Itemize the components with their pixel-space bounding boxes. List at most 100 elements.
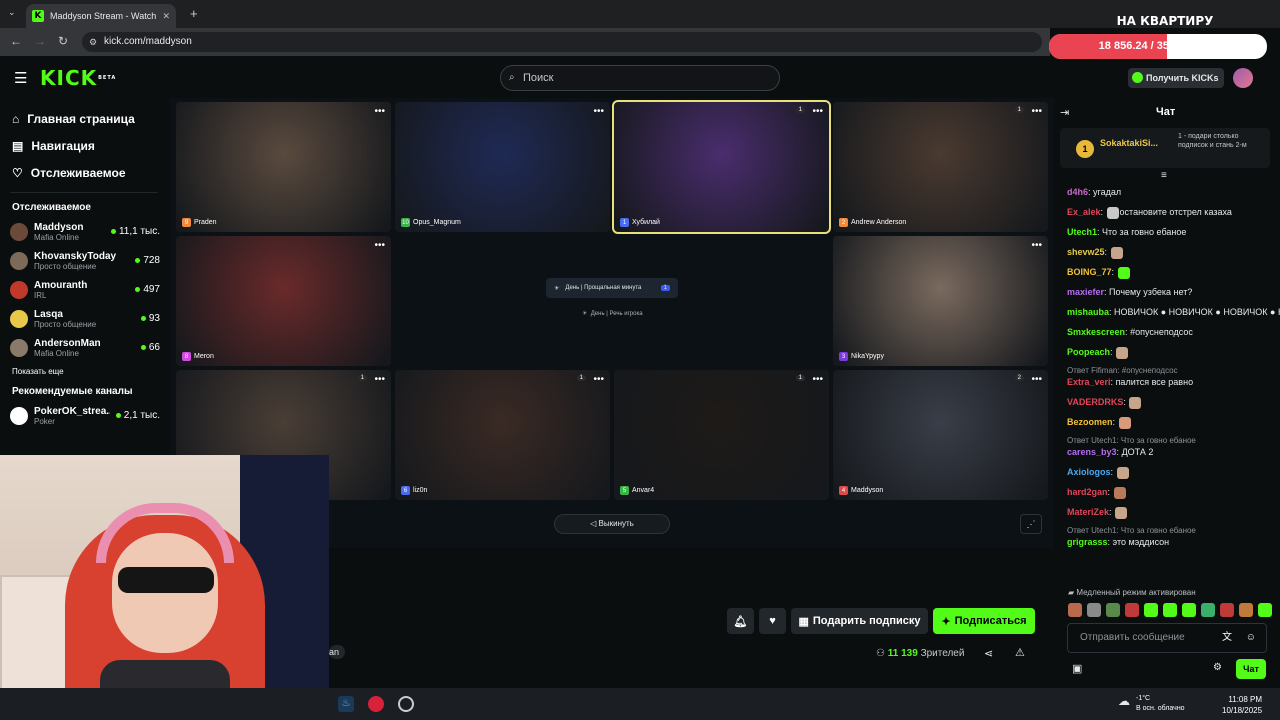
- weather-widget[interactable]: -1°C В осн. облачно: [1136, 694, 1185, 714]
- chat-send-button[interactable]: Чат: [1236, 659, 1266, 679]
- sidebar-channel[interactable]: Amouranth IRL 497: [0, 275, 168, 304]
- chat-username[interactable]: Poopeach: [1067, 347, 1110, 357]
- chat-message[interactable]: Smxkescreen: #опуснеподсос: [1054, 326, 1280, 339]
- chat-username[interactable]: maxiefer: [1067, 287, 1104, 297]
- chat-message[interactable]: maxiefer: Почему узбека нет?: [1054, 286, 1280, 299]
- report-icon[interactable]: ⚠: [1015, 646, 1025, 659]
- player-tile[interactable]: ••• 10 Opus_Magnum: [395, 102, 610, 232]
- steam-icon[interactable]: ♨: [338, 696, 354, 712]
- tile-menu-icon[interactable]: •••: [1031, 374, 1042, 385]
- emoji-icon[interactable]: ☺: [1246, 624, 1256, 652]
- tab-list-icon[interactable]: ⌄: [8, 7, 16, 18]
- player-tile[interactable]: ••• 1 2 Andrew Anderson: [833, 102, 1048, 232]
- player-tile[interactable]: ••• 3 NikaYpypy: [833, 236, 1048, 366]
- player-tile[interactable]: ••• 2 4 Maddyson: [833, 370, 1048, 500]
- chat-username[interactable]: Axiologos: [1067, 467, 1111, 477]
- emote-icon[interactable]: [1220, 603, 1234, 617]
- collapse-chat-icon[interactable]: ⇥: [1060, 106, 1069, 119]
- sidebar-channel[interactable]: PokerOK_strea... Poker 2,1 тыс.: [0, 401, 168, 430]
- chat-username[interactable]: VADERDRKS: [1067, 397, 1123, 407]
- chat-message[interactable]: shevw25:: [1054, 246, 1280, 259]
- user-avatar[interactable]: [1233, 68, 1253, 88]
- follow-heart-button[interactable]: ♥: [759, 608, 786, 634]
- chat-input[interactable]: Отправить сообщение 文 ☺: [1067, 623, 1267, 653]
- emote-icon[interactable]: [1144, 603, 1158, 617]
- tab-close-icon[interactable]: ✕: [162, 11, 170, 22]
- chat-username[interactable]: Utech1: [1067, 227, 1097, 237]
- opera-icon[interactable]: [368, 696, 384, 712]
- kick-player-button[interactable]: ◁ Выкинуть: [554, 514, 670, 534]
- chat-message[interactable]: hard2gan:: [1054, 486, 1280, 499]
- emote-icon[interactable]: [1239, 603, 1253, 617]
- nav-browse[interactable]: ▤ Навигация: [0, 132, 168, 159]
- player-tile[interactable]: ••• 1 6 liz0n: [395, 370, 610, 500]
- chat-message[interactable]: Ex_alek: остановите отстрел казаха: [1054, 206, 1280, 219]
- gift-leaderboard[interactable]: 1 SokaktakiSi... 1 - подари столько подп…: [1060, 128, 1270, 168]
- chat-username[interactable]: Extra_veri: [1067, 377, 1111, 387]
- chat-message[interactable]: d4h6: угадал: [1054, 186, 1280, 199]
- emote-icon[interactable]: [1182, 603, 1196, 617]
- back-icon[interactable]: ←: [10, 34, 22, 48]
- tile-menu-icon[interactable]: •••: [593, 106, 604, 117]
- sidebar-channel[interactable]: Lasqa Просто общение 93: [0, 304, 168, 333]
- chat-username[interactable]: hard2gan: [1067, 487, 1108, 497]
- chat-message[interactable]: carens_by3: ДОТА 2: [1054, 446, 1280, 459]
- chat-username[interactable]: Ex_alek: [1067, 207, 1101, 217]
- chat-message[interactable]: mishauba: НОВИЧОК ● НОВИЧОК ● НОВИЧОК ● …: [1054, 306, 1280, 319]
- chat-message[interactable]: Axiologos:: [1054, 466, 1280, 479]
- gift-sub-button[interactable]: ▦ Подарить подписку: [791, 608, 928, 634]
- chat-username[interactable]: mishauba: [1067, 307, 1109, 317]
- subscribe-button[interactable]: ✦ Подписаться: [933, 608, 1035, 634]
- chat-username[interactable]: Smxkescreen: [1067, 327, 1125, 337]
- chat-username[interactable]: d4h6: [1067, 187, 1088, 197]
- chat-message[interactable]: Utech1: Что за говно ебаное: [1054, 226, 1280, 239]
- emote-icon[interactable]: [1163, 603, 1177, 617]
- chat-message[interactable]: Bezoomen:: [1054, 416, 1280, 429]
- clock[interactable]: 11:08 PM 10/18/2025: [1222, 694, 1262, 716]
- share-icon[interactable]: ⋖: [984, 647, 993, 660]
- chat-message[interactable]: Poopeach:: [1054, 346, 1280, 359]
- show-more-link[interactable]: Показать еще: [0, 367, 168, 376]
- get-kicks-button[interactable]: Получить KICKs: [1128, 68, 1224, 88]
- chat-username[interactable]: grigrasss: [1067, 537, 1108, 547]
- player-tile[interactable]: ••• 9 Praden: [176, 102, 391, 232]
- tile-menu-icon[interactable]: •••: [374, 374, 385, 385]
- tile-menu-icon[interactable]: •••: [812, 374, 823, 385]
- store-icon[interactable]: ▣: [1072, 662, 1082, 675]
- app-icon[interactable]: [398, 696, 414, 712]
- tile-menu-icon[interactable]: •••: [1031, 240, 1042, 251]
- tile-menu-icon[interactable]: •••: [374, 240, 385, 251]
- chat-message[interactable]: Extra_veri: палится все равно: [1054, 376, 1280, 389]
- tile-menu-icon[interactable]: •••: [593, 374, 604, 385]
- emote-icon[interactable]: [1087, 603, 1101, 617]
- forward-icon[interactable]: →: [34, 34, 46, 48]
- notification-bell-button[interactable]: 🔔︎: [727, 608, 754, 634]
- emote-icon[interactable]: [1106, 603, 1120, 617]
- tile-menu-icon[interactable]: •••: [1031, 106, 1042, 117]
- chat-username[interactable]: MateriZek: [1067, 507, 1109, 517]
- translate-icon[interactable]: 文: [1222, 624, 1232, 652]
- chat-message[interactable]: VADERDRKS:: [1054, 396, 1280, 409]
- player-tile[interactable]: ••• 1 5 Anvar4: [614, 370, 829, 500]
- player-tile[interactable]: ••• 1 1 Хубилай: [612, 100, 831, 234]
- chat-message[interactable]: BOING_77:: [1054, 266, 1280, 279]
- search-input[interactable]: ⌕ Поиск: [500, 65, 780, 91]
- url-field[interactable]: ⚙ kick.com/maddyson: [82, 32, 1042, 52]
- kick-logo[interactable]: KICKBETA: [40, 68, 116, 88]
- chat-username[interactable]: Bezoomen: [1067, 417, 1113, 427]
- tile-menu-icon[interactable]: •••: [812, 106, 823, 117]
- stream-tag[interactable]: an: [329, 645, 346, 659]
- emote-icon[interactable]: [1125, 603, 1139, 617]
- chat-settings-icon[interactable]: ⚙: [1213, 662, 1222, 673]
- browser-tab[interactable]: K Maddyson Stream - Watch ✕: [26, 4, 176, 28]
- emote-icon[interactable]: [1258, 603, 1272, 617]
- nav-home[interactable]: ⌂ Главная страница: [0, 105, 168, 132]
- tile-menu-icon[interactable]: •••: [374, 106, 385, 117]
- sidebar-channel[interactable]: KhovanskyToday Просто общение 728: [0, 246, 168, 275]
- chat-message[interactable]: grigrasss: это мэддисон: [1054, 536, 1280, 549]
- share-nodes-icon[interactable]: ⋰: [1020, 514, 1042, 534]
- menu-icon[interactable]: ☰: [14, 69, 27, 87]
- sidebar-channel[interactable]: AndersonMan Mafia Online 66: [0, 333, 168, 362]
- new-tab-icon[interactable]: +: [190, 6, 198, 21]
- sidebar-channel[interactable]: Maddyson Mafia Online 11,1 тыс.: [0, 217, 168, 246]
